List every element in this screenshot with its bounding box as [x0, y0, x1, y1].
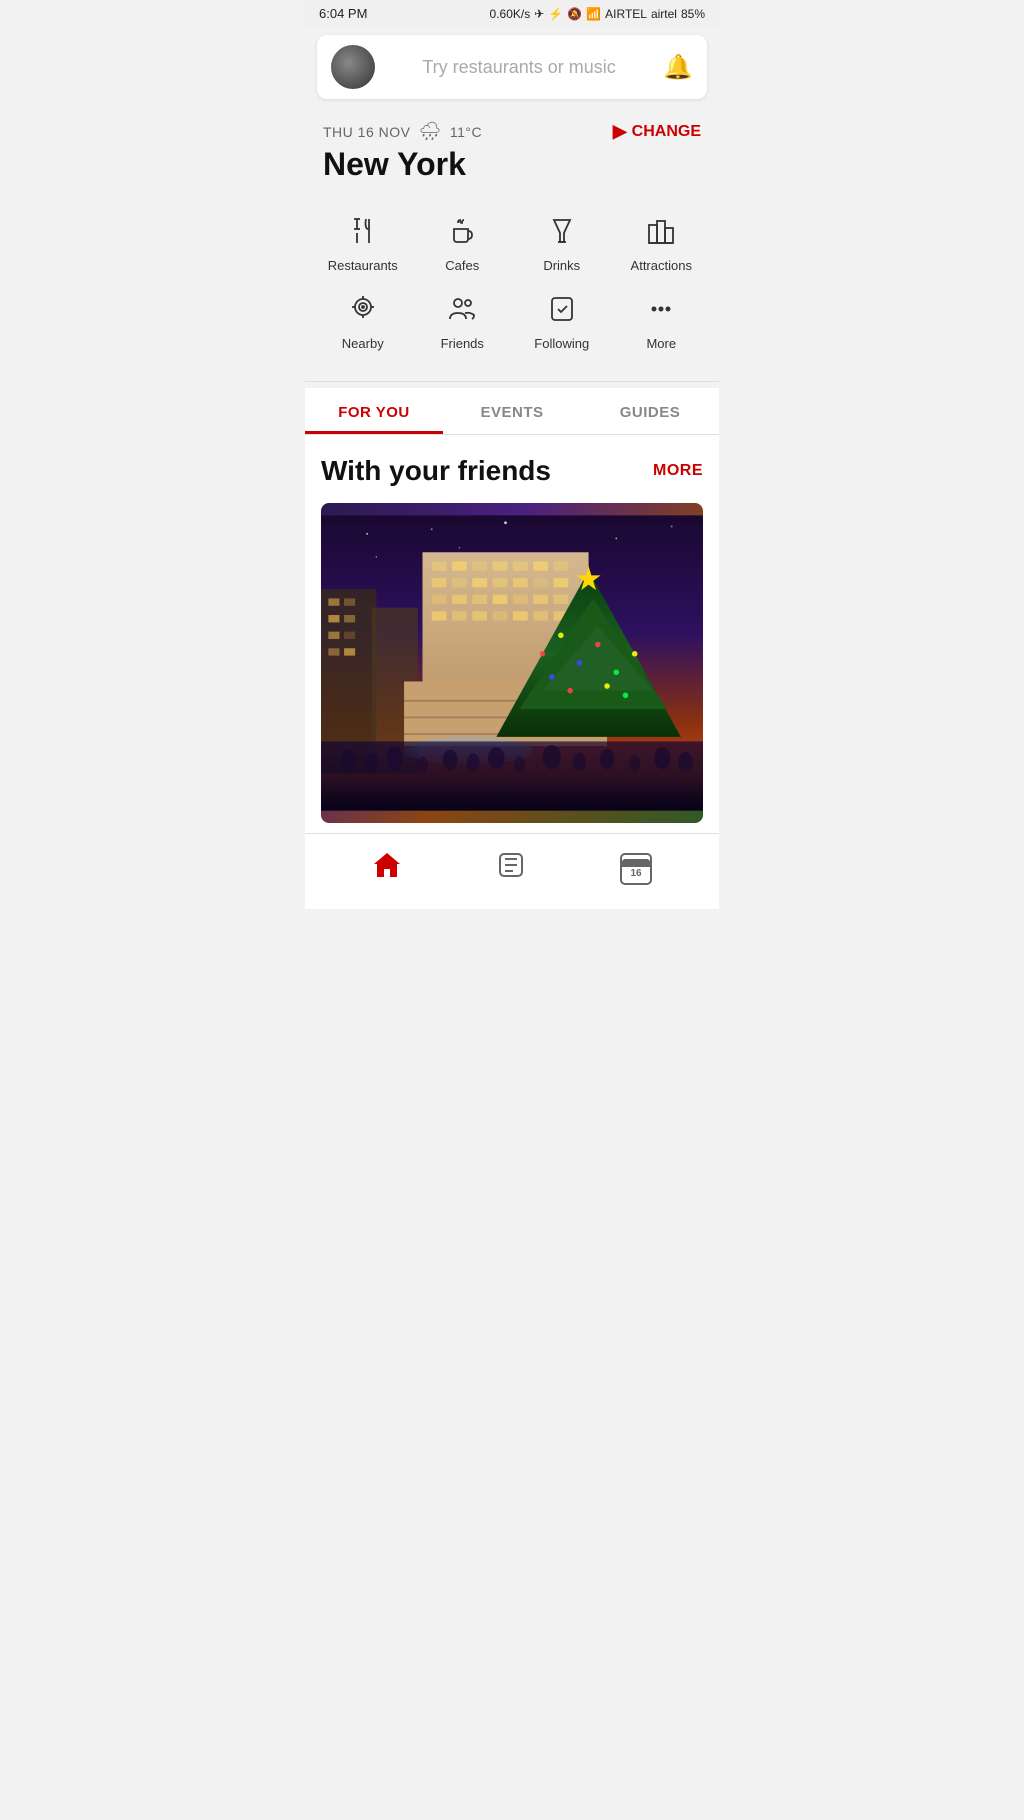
nearby-icon	[347, 293, 379, 330]
category-attractions[interactable]: Attractions	[614, 209, 710, 279]
drinks-icon	[546, 215, 578, 252]
nav-home[interactable]	[356, 847, 418, 890]
more-icon	[645, 293, 677, 330]
category-restaurants[interactable]: Restaurants	[315, 209, 411, 279]
category-following[interactable]: Following	[514, 287, 610, 357]
tabs-bar: FOR YOU EVENTS GUIDES	[305, 388, 719, 435]
carrier2: airtel	[651, 7, 677, 21]
date-weather: THU 16 NOV 🌧 11°C	[323, 121, 482, 142]
bluetooth-icon: ⚡	[548, 7, 563, 21]
location-date-row: THU 16 NOV 🌧 11°C ▶ CHANGE	[323, 121, 701, 142]
tab-events-label: EVENTS	[480, 404, 543, 421]
calendar-icon: 16	[620, 853, 652, 885]
main-content: With your friends MORE	[305, 435, 719, 833]
temperature: 11°C	[450, 124, 482, 140]
category-more[interactable]: More	[614, 287, 710, 357]
tab-for-you-label: FOR YOU	[338, 404, 410, 421]
more-label: More	[646, 336, 676, 351]
change-label: CHANGE	[632, 123, 701, 141]
following-icon	[546, 293, 578, 330]
section-more-button[interactable]: MORE	[653, 462, 703, 480]
drinks-label: Drinks	[543, 258, 580, 273]
search-bar[interactable]: Try restaurants or music 🔔	[317, 35, 707, 99]
section-header: With your friends MORE	[321, 455, 703, 487]
section-divider	[305, 381, 719, 382]
change-location-button[interactable]: ▶ CHANGE	[613, 121, 701, 142]
friends-icon	[446, 293, 478, 330]
attractions-icon	[645, 215, 677, 252]
carrier1: AIRTEL	[605, 7, 647, 21]
status-bar: 6:04 PM 0.60K/s ✈ ⚡ 🔕 📶 AIRTEL airtel 85…	[305, 0, 719, 27]
status-time: 6:04 PM	[319, 6, 367, 21]
tab-events[interactable]: EVENTS	[443, 388, 581, 434]
calendar-day: 16	[630, 868, 641, 879]
avatar[interactable]	[331, 45, 375, 89]
category-drinks[interactable]: Drinks	[514, 209, 610, 279]
restaurants-label: Restaurants	[328, 258, 398, 273]
restaurants-icon	[347, 215, 379, 252]
home-icon	[372, 851, 402, 886]
section-title: With your friends	[321, 455, 551, 487]
location-section: THU 16 NOV 🌧 11°C ▶ CHANGE New York	[305, 107, 719, 193]
following-label: Following	[534, 336, 589, 351]
cafes-icon	[446, 215, 478, 252]
friends-label: Friends	[441, 336, 484, 351]
cafes-label: Cafes	[445, 258, 479, 273]
category-cafes[interactable]: Cafes	[415, 209, 511, 279]
attractions-label: Attractions	[631, 258, 692, 273]
tab-for-you[interactable]: FOR YOU	[305, 388, 443, 434]
date-text: THU 16 NOV	[323, 124, 410, 140]
search-placeholder: Try restaurants or music	[375, 57, 663, 78]
search-nav-icon	[496, 850, 526, 887]
category-grid-row2: Nearby Friends Following	[315, 287, 709, 357]
wifi-icon: 📶	[586, 7, 601, 21]
location-arrow-icon: ▶	[613, 121, 627, 142]
bottom-nav: 16	[305, 833, 719, 909]
category-grid-row1: Restaurants Cafes Drinks	[315, 209, 709, 279]
tab-guides-label: GUIDES	[620, 404, 681, 421]
notification-bell-icon[interactable]: 🔔	[663, 53, 693, 82]
network-speed: 0.60K/s	[490, 7, 531, 21]
category-nearby[interactable]: Nearby	[315, 287, 411, 357]
nearby-label: Nearby	[342, 336, 384, 351]
battery: 85%	[681, 7, 705, 21]
nav-calendar[interactable]: 16	[604, 849, 668, 889]
status-right: 0.60K/s ✈ ⚡ 🔕 📶 AIRTEL airtel 85%	[490, 7, 705, 21]
nav-search[interactable]	[480, 846, 542, 891]
city-name: New York	[323, 146, 701, 183]
category-friends[interactable]: Friends	[415, 287, 511, 357]
mute-icon: 🔕	[567, 7, 582, 21]
weather-icon: 🌧	[418, 121, 441, 142]
categories-section: Restaurants Cafes Drinks	[305, 193, 719, 375]
signal-icon: ✈	[534, 7, 544, 21]
tab-guides[interactable]: GUIDES	[581, 388, 719, 434]
calendar-top	[622, 859, 650, 867]
feature-image[interactable]	[321, 503, 703, 823]
